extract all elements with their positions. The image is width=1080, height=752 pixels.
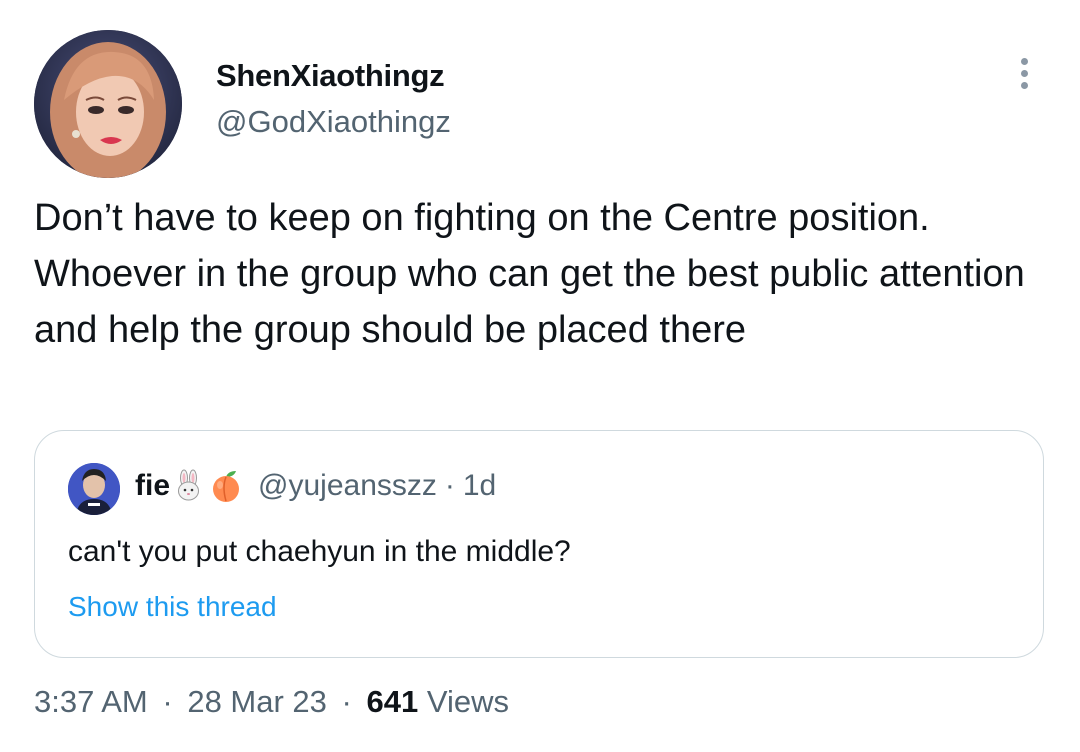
views-count: 641	[366, 684, 419, 719]
peach-emoji-icon	[208, 469, 244, 503]
more-options-button[interactable]	[1004, 50, 1044, 96]
tweet-text: Don’t have to keep on fighting on the Ce…	[34, 197, 1025, 351]
more-options-icon-dot	[1020, 69, 1028, 77]
more-options-icon-dot	[1020, 81, 1028, 89]
show-thread-link[interactable]: Show this thread	[68, 591, 277, 623]
quoted-meta-separator: ·	[444, 469, 455, 502]
more-options-icon	[1020, 57, 1028, 65]
views-label: Views	[426, 684, 509, 719]
tweet-meta: 3:37 AM · 28 Mar 23 · 641 Views	[34, 684, 509, 720]
quoted-author-name[interactable]: fie	[135, 469, 170, 503]
quoted-tweet-header: fie @yujeansszz · 1d	[135, 469, 496, 503]
quoted-tweet-card[interactable]: fie @yujeansszz · 1d can't you put chaeh…	[34, 430, 1044, 658]
tweet-time[interactable]: 3:37 AM	[34, 684, 148, 719]
author-handle[interactable]: @GodXiaothingz	[216, 104, 451, 140]
meta-separator: ·	[341, 684, 352, 719]
quoted-author-handle[interactable]: @yujeansszz	[258, 469, 437, 503]
author-display-name[interactable]: ShenXiaothingz	[216, 58, 445, 94]
quoted-tweet-time[interactable]: 1d	[463, 469, 496, 503]
meta-separator: ·	[162, 684, 173, 719]
author-avatar-image	[34, 30, 182, 178]
quoted-author-avatar-image	[68, 463, 120, 515]
quoted-tweet-text: can't you put chaehyun in the middle?	[68, 535, 571, 568]
rabbit-emoji-icon	[172, 469, 206, 503]
tweet-date[interactable]: 28 Mar 23	[187, 684, 327, 719]
author-avatar[interactable]	[34, 30, 182, 178]
quoted-author-avatar[interactable]	[68, 463, 120, 515]
